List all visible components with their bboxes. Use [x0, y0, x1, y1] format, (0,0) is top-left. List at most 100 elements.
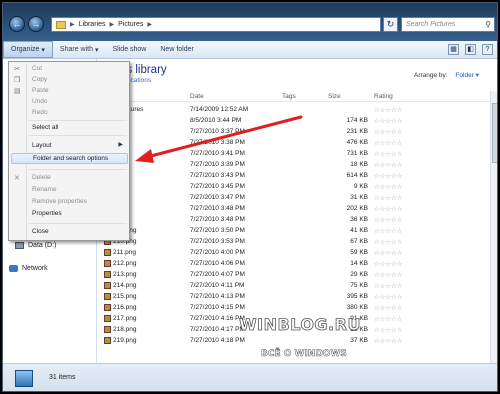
table-row[interactable]: ng7/27/2010 3:47 PM31 KB☆☆☆☆☆ — [98, 192, 488, 203]
column-tags[interactable]: Tags — [282, 93, 296, 100]
nav-item-network[interactable]: Network — [9, 265, 48, 272]
table-row[interactable]: 216.png 7/27/2010 4:15 PM 380 KB ☆☆☆☆☆ — [98, 302, 488, 313]
share-with-button[interactable]: Share with ▾ — [53, 41, 106, 58]
organize-button[interactable]: Organize ▾ — [3, 41, 53, 58]
menu-item-close[interactable]: Close — [11, 226, 128, 237]
rating-stars[interactable]: ☆☆☆☆☆ — [374, 216, 402, 224]
table-row[interactable]: le Pictures7/14/2009 12:52 AM☆☆☆☆☆ — [98, 104, 488, 115]
item-count: 31 items — [49, 374, 76, 381]
folder-icon — [56, 20, 66, 29]
menu-item-folder-options[interactable]: Folder and search options — [11, 153, 128, 164]
rating-stars[interactable]: ☆☆☆☆☆ — [374, 326, 402, 334]
menu-item-undo[interactable]: Undo — [11, 96, 128, 107]
new-folder-button[interactable]: New folder — [153, 41, 200, 58]
arrange-by: Arrange by: Folder ▾ — [414, 72, 479, 79]
table-row[interactable]: 212.png 7/27/2010 4:06 PM 14 KB ☆☆☆☆☆ — [98, 258, 488, 269]
menu-item-remove-properties[interactable]: Remove properties — [11, 196, 128, 207]
column-date[interactable]: Date — [190, 93, 204, 100]
vertical-scrollbar[interactable] — [490, 91, 497, 363]
file-size: 202 KB — [346, 205, 368, 212]
table-row[interactable]: ng7/27/2010 3:48 PM202 KB☆☆☆☆☆ — [98, 203, 488, 214]
rating-stars[interactable]: ☆☆☆☆☆ — [374, 172, 402, 180]
table-row[interactable]: 210.png 7/27/2010 3:53 PM 67 KB ☆☆☆☆☆ — [98, 236, 488, 247]
file-name: 217.png — [113, 315, 137, 322]
rating-stars[interactable]: ☆☆☆☆☆ — [374, 139, 402, 147]
menu-item-properties[interactable]: Properties — [11, 208, 128, 219]
delete-icon: ✕ — [14, 175, 20, 182]
menu-item-select-all[interactable]: Select all — [11, 122, 128, 133]
back-icon[interactable]: ← — [9, 16, 25, 32]
menu-item-copy[interactable]: ❐ Copy — [11, 74, 128, 85]
menu-item-redo[interactable]: Redo — [11, 107, 128, 118]
breadcrumb-separator-icon: ▶ — [109, 22, 115, 28]
rating-stars[interactable]: ☆☆☆☆☆ — [374, 293, 402, 301]
table-row[interactable]: 214.png 7/27/2010 4:11 PM 75 KB ☆☆☆☆☆ — [98, 280, 488, 291]
table-row[interactable]: ng7/27/2010 3:48 PM36 KB☆☆☆☆☆ — [98, 214, 488, 225]
column-size[interactable]: Size — [328, 93, 341, 100]
chevron-down-icon: ▾ — [41, 46, 45, 54]
scrollbar-thumb[interactable] — [492, 103, 497, 163]
table-row[interactable]: 209.png7/27/2010 3:50 PM41 KB☆☆☆☆☆ — [98, 225, 488, 236]
help-icon[interactable]: ? — [482, 44, 493, 55]
drive-icon — [15, 242, 24, 249]
forward-icon[interactable]: → — [28, 16, 44, 32]
rating-stars[interactable]: ☆☆☆☆☆ — [374, 260, 402, 268]
preview-pane-icon[interactable]: ◧ — [465, 44, 476, 55]
rating-stars[interactable]: ☆☆☆☆☆ — [374, 150, 402, 158]
file-size: 380 KB — [346, 304, 368, 311]
rating-stars[interactable]: ☆☆☆☆☆ — [374, 304, 402, 312]
menu-item-rename[interactable]: Rename — [11, 184, 128, 195]
rating-stars[interactable]: ☆☆☆☆☆ — [374, 238, 402, 246]
table-row[interactable]: ng7/27/2010 3:45 PM9 KB☆☆☆☆☆ — [98, 181, 488, 192]
rating-stars[interactable]: ☆☆☆☆☆ — [374, 106, 402, 114]
menu-item-cut[interactable]: ✂ Cut — [11, 63, 128, 74]
file-name: 216.png — [113, 304, 137, 311]
address-bar-area: ← → ▶ Libraries ▶ Pictures ▶ ↻ Search Pi… — [3, 3, 497, 41]
nav-item-drive[interactable]: Data (D:) — [15, 242, 56, 249]
rating-stars[interactable]: ☆☆☆☆☆ — [374, 128, 402, 136]
refresh-icon[interactable]: ↻ — [383, 17, 398, 32]
breadcrumb-libraries[interactable]: Libraries — [79, 21, 106, 28]
file-size: 29 KB — [350, 271, 368, 278]
image-file-icon — [104, 271, 111, 278]
file-size: 395 KB — [346, 293, 368, 300]
view-options-icon[interactable]: ▦ — [448, 44, 459, 55]
rating-stars[interactable]: ☆☆☆☆☆ — [374, 117, 402, 125]
file-date: 7/27/2010 4:17 PM — [190, 326, 245, 333]
arrange-by-dropdown[interactable]: Folder — [455, 72, 473, 79]
search-input[interactable]: Search Pictures ⚲ — [401, 17, 495, 32]
address-field[interactable]: ▶ Libraries ▶ Pictures ▶ — [51, 17, 381, 32]
table-row[interactable]: 211.png 7/27/2010 4:00 PM 59 KB ☆☆☆☆☆ — [98, 247, 488, 258]
rating-stars[interactable]: ☆☆☆☆☆ — [374, 315, 402, 323]
chevron-down-icon: ▾ — [95, 46, 99, 54]
table-row[interactable]: 219.png 7/27/2010 4:18 PM 37 KB ☆☆☆☆☆ — [98, 335, 488, 346]
file-name: 213.png — [113, 271, 137, 278]
rating-stars[interactable]: ☆☆☆☆☆ — [374, 227, 402, 235]
rating-stars[interactable]: ☆☆☆☆☆ — [374, 282, 402, 290]
rating-stars[interactable]: ☆☆☆☆☆ — [374, 183, 402, 191]
file-date: 7/27/2010 4:06 PM — [190, 260, 245, 267]
column-rating[interactable]: Rating — [374, 93, 393, 100]
rating-stars[interactable]: ☆☆☆☆☆ — [374, 161, 402, 169]
file-size: 67 KB — [350, 238, 368, 245]
file-size: 231 KB — [346, 128, 368, 135]
file-name: 211.png — [113, 249, 137, 256]
table-row[interactable]: 215.png 7/27/2010 4:13 PM 395 KB ☆☆☆☆☆ — [98, 291, 488, 302]
rating-stars[interactable]: ☆☆☆☆☆ — [374, 194, 402, 202]
rating-stars[interactable]: ☆☆☆☆☆ — [374, 337, 402, 345]
file-size: 174 KB — [346, 117, 368, 124]
rating-stars[interactable]: ☆☆☆☆☆ — [374, 205, 402, 213]
menu-item-delete[interactable]: ✕ Delete — [11, 172, 128, 183]
file-date: 7/27/2010 3:45 PM — [190, 183, 245, 190]
file-size: 9 KB — [353, 183, 368, 190]
file-date: 7/27/2010 3:53 PM — [190, 238, 245, 245]
command-bar: Organize ▾ Share with ▾ Slide show New f… — [3, 41, 497, 59]
slide-show-button[interactable]: Slide show — [106, 41, 154, 58]
rating-stars[interactable]: ☆☆☆☆☆ — [374, 249, 402, 257]
table-row[interactable]: 213.png 7/27/2010 4:07 PM 29 KB ☆☆☆☆☆ — [98, 269, 488, 280]
menu-item-paste[interactable]: ▤ Paste — [11, 85, 128, 96]
submenu-arrow-icon: ▶ — [118, 142, 123, 148]
menu-item-layout[interactable]: Layout ▶ — [11, 140, 128, 151]
breadcrumb-pictures[interactable]: Pictures — [118, 21, 143, 28]
rating-stars[interactable]: ☆☆☆☆☆ — [374, 271, 402, 279]
